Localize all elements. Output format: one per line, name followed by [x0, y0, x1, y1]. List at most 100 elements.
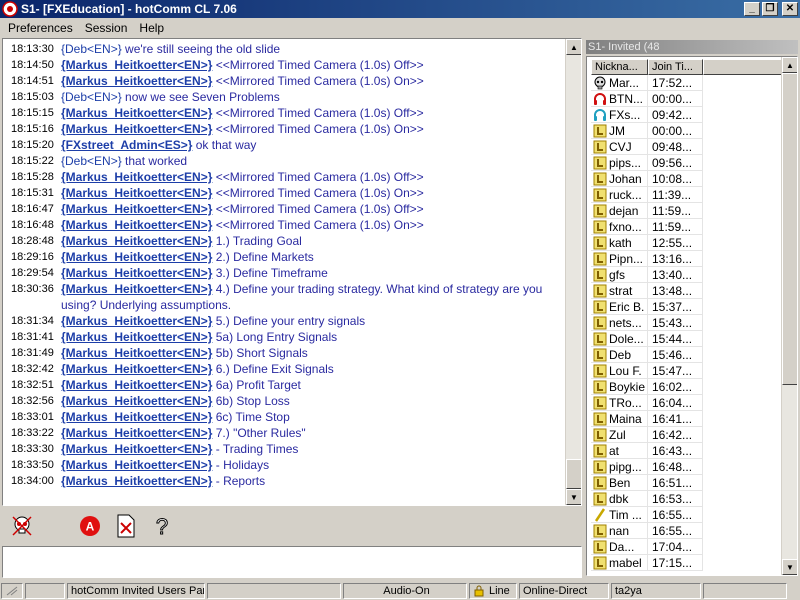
user-user-icon: [591, 220, 609, 234]
user-row[interactable]: nets... 15:43...: [591, 314, 703, 331]
user-row[interactable]: at 16:43...: [591, 442, 703, 459]
user-user-icon: [591, 412, 609, 426]
user-row[interactable]: Da... 17:04...: [591, 538, 703, 555]
user-row[interactable]: ruck... 11:39...: [591, 186, 703, 203]
user-row[interactable]: Boykie 16:02...: [591, 378, 703, 395]
clear-document-icon[interactable]: [112, 512, 140, 540]
user-user-icon: [591, 396, 609, 410]
menu-preferences[interactable]: Preferences: [2, 21, 79, 35]
user-row[interactable]: gfs 13:40...: [591, 266, 703, 283]
chat-nick[interactable]: {Markus_Heitkoetter<EN>}: [61, 106, 212, 120]
scroll-thumb[interactable]: [566, 459, 581, 489]
user-nick-cell: Pipn...: [591, 250, 648, 267]
chat-nick[interactable]: {Markus_Heitkoetter<EN>}: [61, 74, 212, 88]
chat-message: now we see Seven Problems: [121, 90, 280, 104]
column-nickname[interactable]: Nickna...: [591, 59, 648, 75]
user-row[interactable]: CVJ 09:48...: [591, 138, 703, 155]
help-icon[interactable]: ?: [148, 512, 176, 540]
chat-nick[interactable]: {Markus_Heitkoetter<EN>}: [61, 346, 212, 360]
chat-timestamp: 18:28:48: [11, 235, 54, 247]
maximize-button[interactable]: ❐: [762, 2, 778, 16]
chat-nick[interactable]: {Markus_Heitkoetter<EN>}: [61, 122, 212, 136]
column-join-time[interactable]: Join Ti...: [648, 59, 703, 75]
minimize-button[interactable]: _: [744, 2, 760, 16]
users-scroll-up-button[interactable]: ▲: [782, 57, 797, 73]
menu-session[interactable]: Session: [79, 21, 134, 35]
user-row[interactable]: FXs... 09:42...: [591, 106, 703, 123]
user-row[interactable]: Zul 16:42...: [591, 426, 703, 443]
user-row[interactable]: Pipn... 13:16...: [591, 250, 703, 267]
scroll-up-button[interactable]: ▲: [566, 39, 581, 55]
user-user-icon: [591, 268, 609, 282]
user-row[interactable]: fxno... 11:59...: [591, 218, 703, 235]
menu-help[interactable]: Help: [133, 21, 170, 35]
chat-nick[interactable]: {Markus_Heitkoetter<EN>}: [61, 234, 212, 248]
alert-icon[interactable]: A: [76, 512, 104, 540]
chat-line: 18:15:03 {Deb<EN>} now we see Seven Probl…: [11, 89, 563, 105]
user-row[interactable]: pips... 09:56...: [591, 154, 703, 171]
chat-nick[interactable]: {Deb<EN>}: [61, 154, 122, 168]
close-button[interactable]: ✕: [782, 2, 798, 16]
chat-nick[interactable]: {Markus_Heitkoetter<EN>}: [61, 362, 212, 376]
user-row[interactable]: TRo... 16:04...: [591, 394, 703, 411]
user-row[interactable]: Maina 16:41...: [591, 410, 703, 427]
chat-nick[interactable]: {Markus_Heitkoetter<EN>}: [61, 282, 212, 296]
user-row[interactable]: Eric B. 15:37...: [591, 298, 703, 315]
user-row[interactable]: JM 00:00...: [591, 122, 703, 139]
chat-nick[interactable]: {Markus_Heitkoetter<EN>}: [61, 186, 212, 200]
user-row[interactable]: BTN... 00:00...: [591, 90, 703, 107]
user-row[interactable]: Johan 10:08...: [591, 170, 703, 187]
chat-scrollbar[interactable]: ▲ ▼: [565, 39, 581, 505]
chat-nick[interactable]: {Markus_Heitkoetter<EN>}: [61, 410, 212, 424]
chat-nick[interactable]: {Markus_Heitkoetter<EN>}: [61, 426, 212, 440]
chat-nick[interactable]: {Markus_Heitkoetter<EN>}: [61, 218, 212, 232]
user-row[interactable]: kath 12:55...: [591, 234, 703, 251]
chat-nick[interactable]: {Markus_Heitkoetter<EN>}: [61, 170, 212, 184]
user-row[interactable]: mabel 17:15...: [591, 554, 703, 571]
chat-nick[interactable]: {Markus_Heitkoetter<EN>}: [61, 250, 212, 264]
chat-nick[interactable]: {Markus_Heitkoetter<EN>}: [61, 58, 212, 72]
chat-body: {Markus_Heitkoetter<EN>} 1.) Trading Goa…: [61, 233, 563, 249]
chat-line: 18:29:54 {Markus_Heitkoetter<EN>} 3.) Def…: [11, 265, 563, 281]
user-join-time: 12:55...: [648, 234, 703, 251]
user-row[interactable]: Deb 15:46...: [591, 346, 703, 363]
user-row[interactable]: Tim ... 16:55...: [591, 506, 703, 523]
user-row[interactable]: strat 13:48...: [591, 282, 703, 299]
user-row[interactable]: Mar... 17:52...: [591, 74, 703, 91]
chat-nick[interactable]: {Markus_Heitkoetter<EN>}: [61, 442, 212, 456]
user-row[interactable]: Dole... 15:44...: [591, 330, 703, 347]
menu-bar: Preferences Session Help: [0, 18, 800, 38]
chat-nick[interactable]: {Markus_Heitkoetter<EN>}: [61, 378, 212, 392]
users-scroll-down-button[interactable]: ▼: [782, 559, 797, 575]
user-row[interactable]: dejan 11:59...: [591, 202, 703, 219]
scroll-down-button[interactable]: ▼: [566, 489, 581, 505]
users-scroll-thumb[interactable]: [782, 73, 797, 385]
chat-nick[interactable]: {Markus_Heitkoetter<EN>}: [61, 474, 212, 488]
chat-log[interactable]: 18:13:30 {Deb<EN>} we're still seeing the…: [2, 38, 582, 506]
skull-icon[interactable]: [8, 512, 36, 540]
chat-nick[interactable]: {FXstreet_Admin<ES>}: [61, 138, 192, 152]
invited-users-list[interactable]: Nickna... Join Ti... Mar... 17:52... BTN..…: [586, 56, 798, 576]
user-row[interactable]: pipg... 16:48...: [591, 458, 703, 475]
chat-nick[interactable]: {Markus_Heitkoetter<EN>}: [61, 266, 212, 280]
user-user-icon: [591, 236, 609, 250]
chat-line: 18:15:15 {Markus_Heitkoetter<EN>} <<Mirro…: [11, 105, 563, 121]
chat-nick[interactable]: {Markus_Heitkoetter<EN>}: [61, 314, 212, 328]
user-nick-cell: Da...: [591, 538, 648, 555]
chat-nick[interactable]: {Markus_Heitkoetter<EN>}: [61, 330, 212, 344]
chat-nick[interactable]: {Deb<EN>}: [61, 42, 122, 56]
message-input[interactable]: [2, 546, 582, 578]
users-scrollbar[interactable]: ▲ ▼: [781, 57, 797, 575]
user-row[interactable]: Ben 16:51...: [591, 474, 703, 491]
chat-nick[interactable]: {Markus_Heitkoetter<EN>}: [61, 202, 212, 216]
chat-line: 18:15:28 {Markus_Heitkoetter<EN>} <<Mirro…: [11, 169, 563, 185]
user-nickname: Dole...: [609, 331, 644, 346]
user-row[interactable]: nan 16:55...: [591, 522, 703, 539]
user-row[interactable]: dbk 16:53...: [591, 490, 703, 507]
chat-nick[interactable]: {Deb<EN>}: [61, 90, 122, 104]
chat-nick[interactable]: {Markus_Heitkoetter<EN>}: [61, 458, 212, 472]
user-row[interactable]: Lou F. 15:47...: [591, 362, 703, 379]
app-icon[interactable]: [2, 1, 18, 17]
chat-nick[interactable]: {Markus_Heitkoetter<EN>}: [61, 394, 212, 408]
users-list-header: Nickna... Join Ti...: [591, 59, 783, 75]
